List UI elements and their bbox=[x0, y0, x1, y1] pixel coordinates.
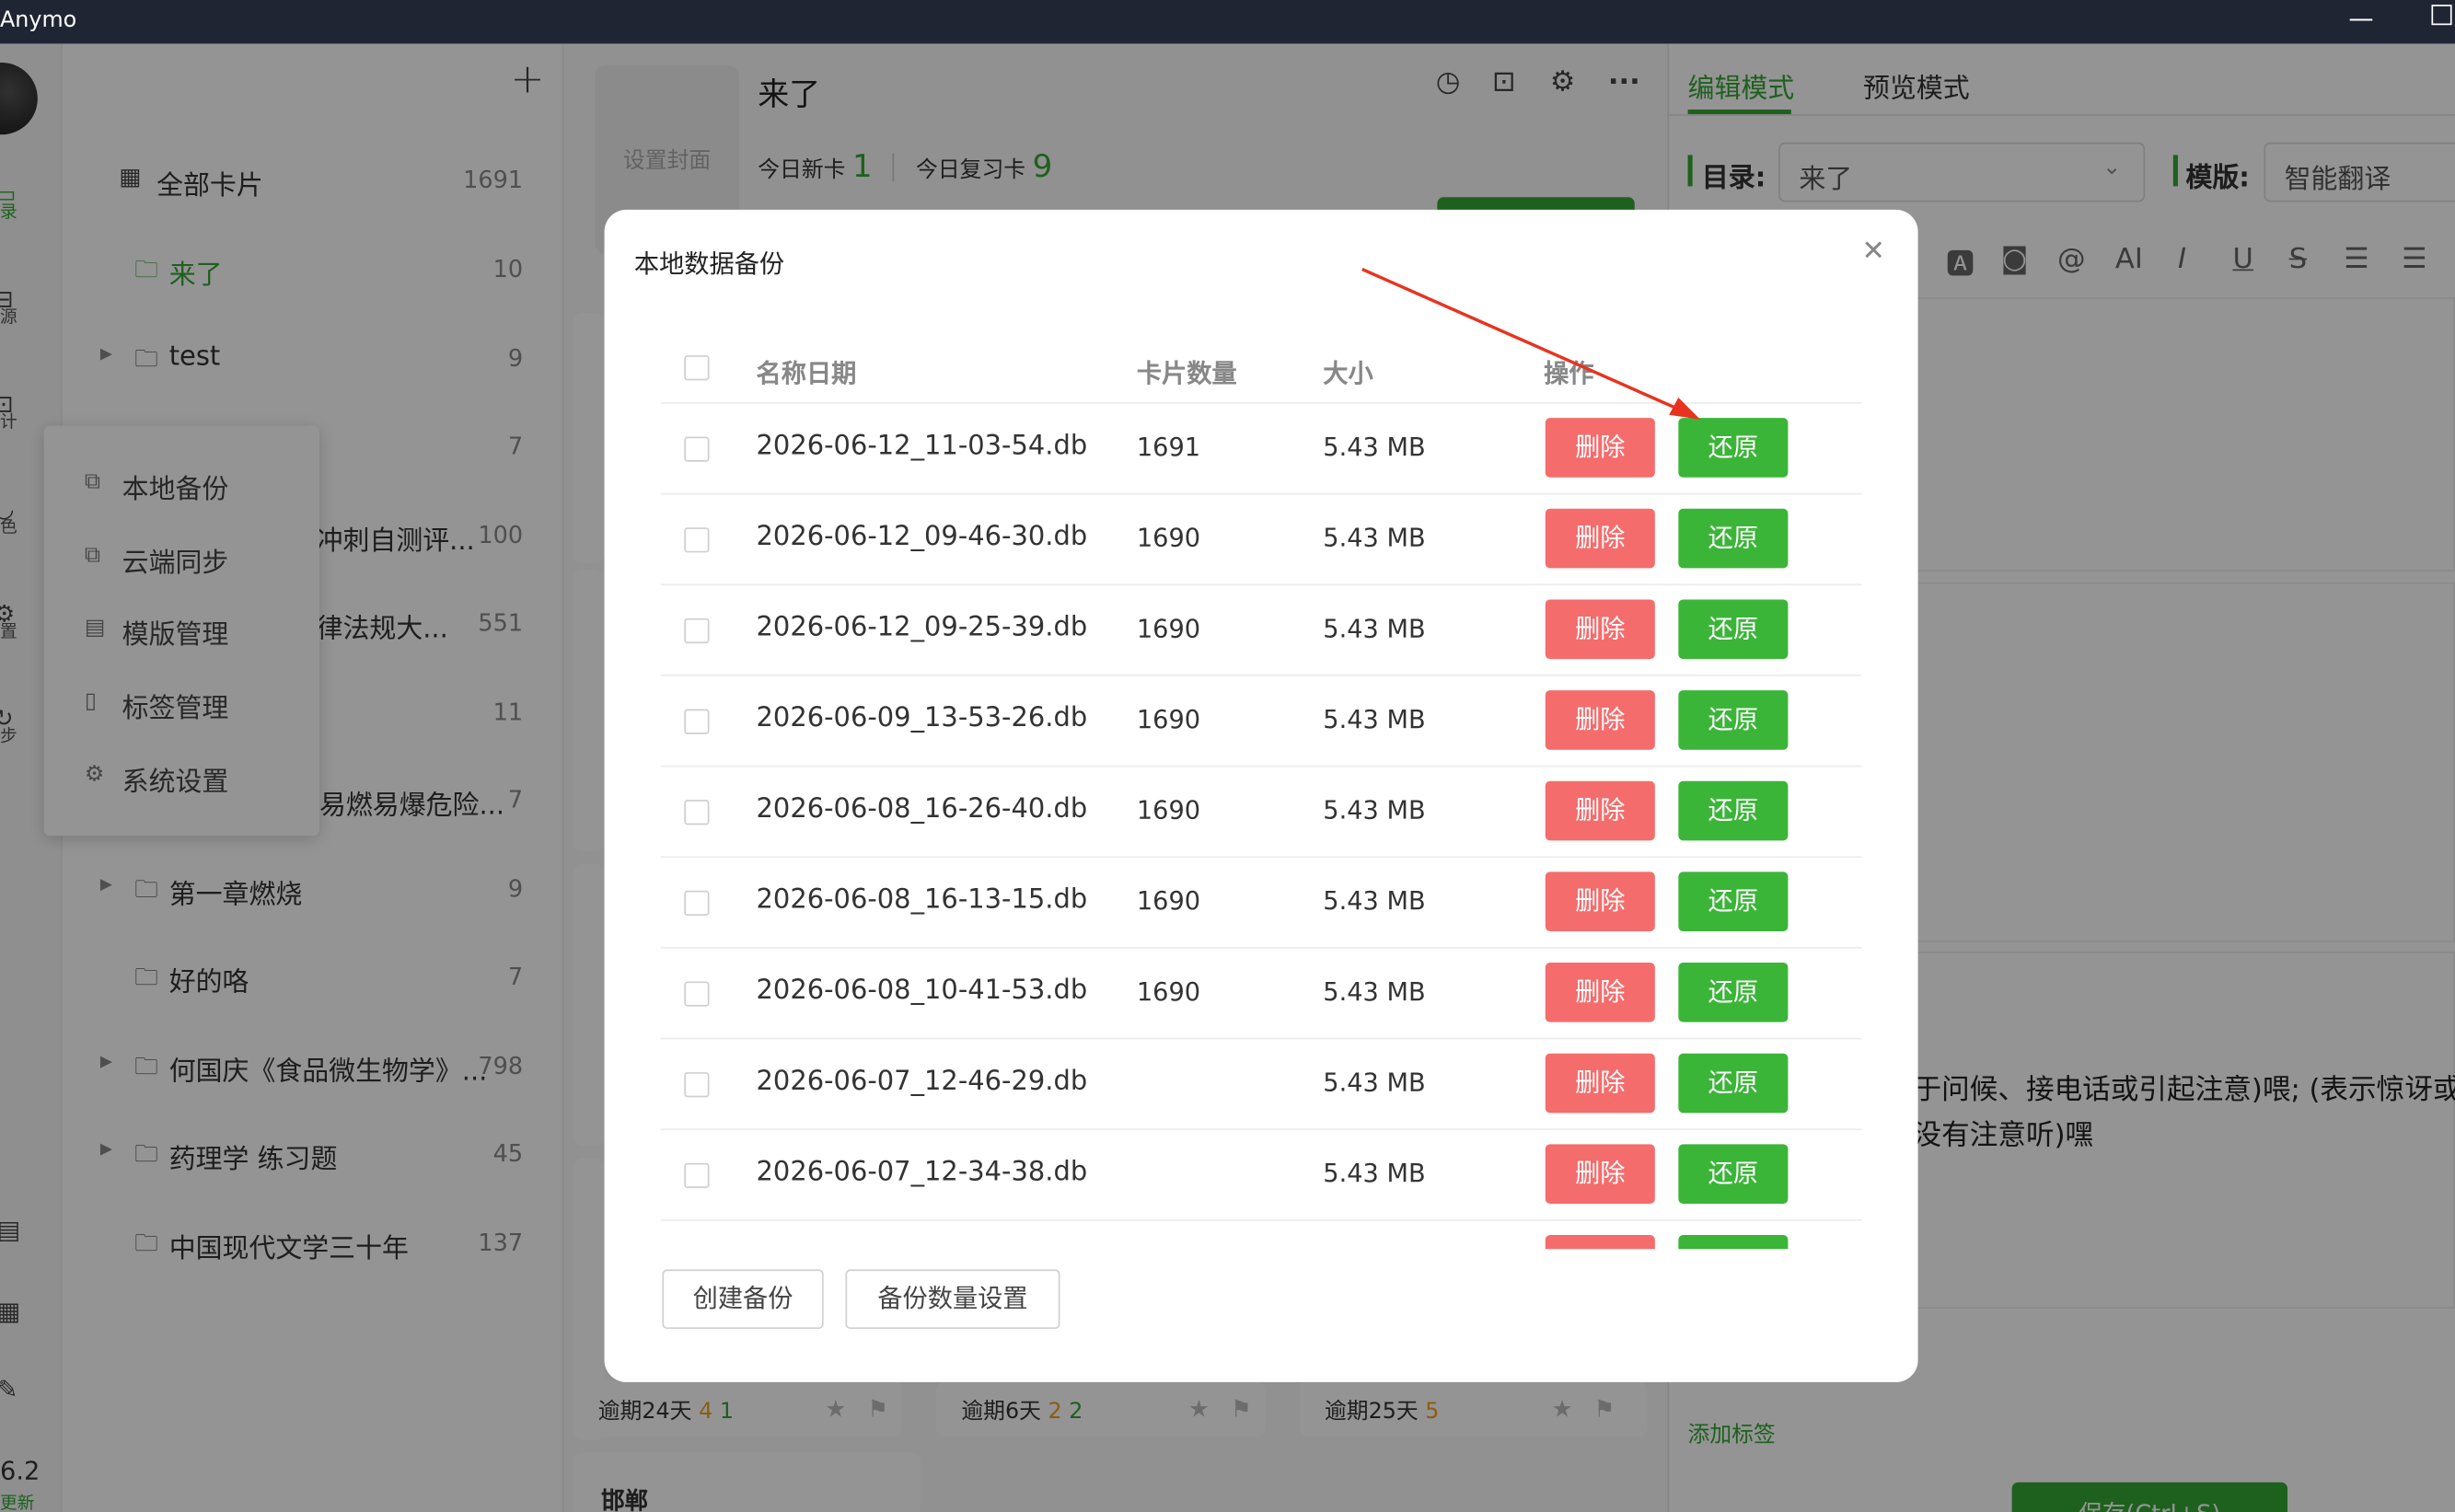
annotation-arrow bbox=[1361, 267, 1701, 420]
maximize-icon[interactable] bbox=[2431, 5, 2452, 26]
title-bar: Anymo — bbox=[0, 0, 2455, 44]
backup-dialog: 本地数据备份 ✕ 名称日期 卡片数量 大小 操作 2026-06-12_11-0… bbox=[604, 209, 1918, 1382]
arrow-head bbox=[1669, 398, 1701, 420]
arrow-line bbox=[1361, 267, 1689, 415]
minimize-icon[interactable]: — bbox=[2348, 3, 2373, 32]
window-title: Anymo bbox=[0, 7, 77, 33]
